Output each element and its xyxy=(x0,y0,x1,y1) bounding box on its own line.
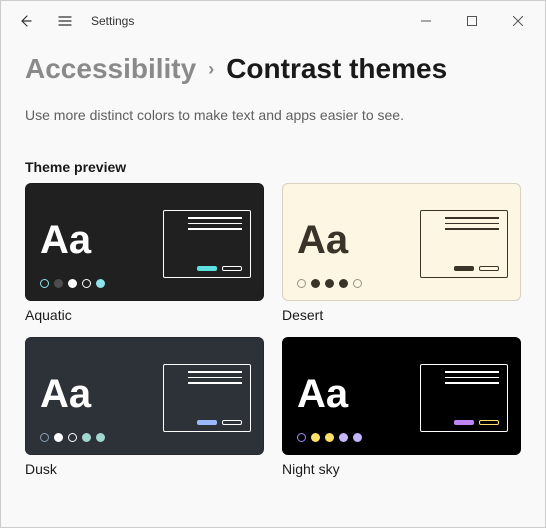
page-title: Contrast themes xyxy=(226,53,447,85)
breadcrumb-parent[interactable]: Accessibility xyxy=(25,53,196,85)
section-heading: Theme preview xyxy=(25,159,521,175)
app-title: Settings xyxy=(91,14,134,28)
minimize-icon xyxy=(421,16,431,26)
panel-preview xyxy=(163,210,251,278)
panel-preview xyxy=(420,210,508,278)
theme-label: Desert xyxy=(282,307,521,323)
chevron-right-icon: › xyxy=(208,59,214,80)
hamburger-icon xyxy=(57,13,73,29)
menu-button[interactable] xyxy=(45,1,85,41)
color-swatches xyxy=(297,433,362,442)
theme-label: Aquatic xyxy=(25,307,264,323)
sample-text: Aa xyxy=(40,374,91,414)
panel-preview xyxy=(163,364,251,432)
sample-text: Aa xyxy=(40,220,91,260)
maximize-icon xyxy=(467,16,477,26)
color-swatches xyxy=(40,279,105,288)
back-arrow-icon xyxy=(17,13,33,29)
titlebar: Settings xyxy=(1,1,545,41)
minimize-button[interactable] xyxy=(403,1,449,41)
window-controls xyxy=(403,1,541,41)
theme-grid: Aa Aquatic Aa xyxy=(25,183,521,477)
theme-night-sky[interactable]: Aa Night sky xyxy=(282,337,521,477)
panel-preview xyxy=(420,364,508,432)
close-button[interactable] xyxy=(495,1,541,41)
sample-text: Aa xyxy=(297,374,348,414)
theme-label: Night sky xyxy=(282,461,521,477)
back-button[interactable] xyxy=(5,1,45,41)
sample-text: Aa xyxy=(297,220,348,260)
breadcrumb: Accessibility › Contrast themes xyxy=(25,53,521,85)
page-description: Use more distinct colors to make text an… xyxy=(25,107,521,123)
theme-dusk[interactable]: Aa Dusk xyxy=(25,337,264,477)
close-icon xyxy=(513,16,523,26)
theme-aquatic[interactable]: Aa Aquatic xyxy=(25,183,264,323)
theme-desert[interactable]: Aa Desert xyxy=(282,183,521,323)
theme-label: Dusk xyxy=(25,461,264,477)
color-swatches xyxy=(40,433,105,442)
content-area: Accessibility › Contrast themes Use more… xyxy=(1,53,545,497)
maximize-button[interactable] xyxy=(449,1,495,41)
color-swatches xyxy=(297,279,362,288)
